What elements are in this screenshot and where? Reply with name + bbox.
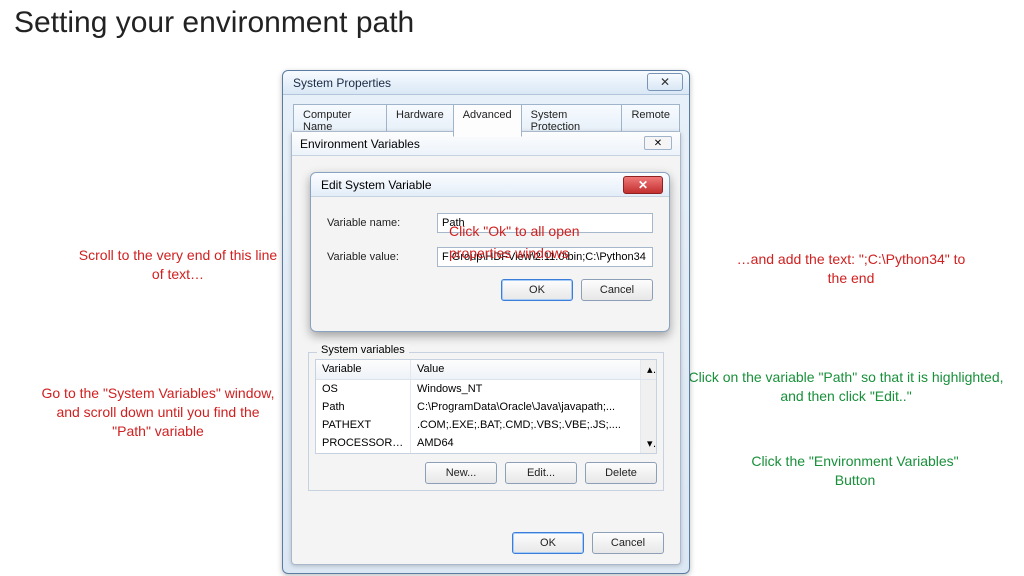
system-variables-label: System variables bbox=[317, 344, 409, 356]
edit-dialog-title: Edit System Variable bbox=[321, 178, 432, 192]
system-properties-title: System Properties bbox=[293, 76, 391, 90]
cell-variable: PATHEXT bbox=[316, 416, 411, 434]
annotation-click-envvars: Click the "Environment Variables" Button bbox=[750, 452, 960, 490]
slide-title: Setting your environment path bbox=[14, 6, 414, 40]
table-header: Variable Value ▴ bbox=[316, 360, 656, 380]
environment-variables-dialog: Environment Variables ✕ Edit System Vari… bbox=[291, 131, 681, 565]
scrollbar-track[interactable] bbox=[640, 416, 656, 434]
edit-button[interactable]: Edit... bbox=[505, 462, 577, 484]
variable-name-label: Variable name: bbox=[327, 217, 437, 229]
scroll-down-icon[interactable]: ▾ bbox=[640, 434, 656, 453]
cell-value: C:\ProgramData\Oracle\Java\javapath;... bbox=[411, 398, 640, 416]
edit-ok-button[interactable]: OK bbox=[501, 279, 573, 301]
delete-button[interactable]: Delete bbox=[585, 462, 657, 484]
annotation-click-ok-1: Click "Ok" to all open bbox=[449, 223, 580, 239]
close-button[interactable]: ✕ bbox=[647, 73, 683, 91]
cell-value: .COM;.EXE;.BAT;.CMD;.VBS;.VBE;.JS;.... bbox=[411, 416, 640, 434]
annotation-click-ok-2: properties windows bbox=[449, 245, 569, 261]
scrollbar-track[interactable] bbox=[640, 398, 656, 416]
header-variable: Variable bbox=[316, 360, 411, 379]
tab-advanced[interactable]: Advanced bbox=[453, 104, 522, 137]
edit-cancel-button[interactable]: Cancel bbox=[581, 279, 653, 301]
system-variables-group: System variables Variable Value ▴ OS Win… bbox=[308, 352, 664, 491]
system-properties-window: System Properties ✕ Computer Name Hardwa… bbox=[282, 70, 690, 574]
scrollbar-track[interactable] bbox=[640, 380, 656, 398]
annotation-goto-sysvars: Go to the "System Variables" window, and… bbox=[36, 384, 280, 441]
new-button[interactable]: New... bbox=[425, 462, 497, 484]
header-value: Value bbox=[411, 360, 640, 379]
table-row[interactable]: PROCESSOR_A... AMD64 ▾ bbox=[316, 434, 656, 453]
edit-dialog-titlebar[interactable]: Edit System Variable ✕ bbox=[311, 173, 669, 197]
annotation-scroll-end: Scroll to the very end of this line of t… bbox=[78, 246, 278, 284]
annotation-click-path: Click on the variable "Path" so that it … bbox=[686, 368, 1006, 406]
variable-value-label: Variable value: bbox=[327, 251, 437, 263]
system-variables-table[interactable]: Variable Value ▴ OS Windows_NT Path C:\P… bbox=[315, 359, 657, 454]
env-cancel-button[interactable]: Cancel bbox=[592, 532, 664, 554]
cell-variable: PROCESSOR_A... bbox=[316, 434, 411, 453]
cell-value: Windows_NT bbox=[411, 380, 640, 398]
edit-close-button[interactable]: ✕ bbox=[623, 176, 663, 194]
close-icon: ✕ bbox=[638, 178, 648, 192]
table-row[interactable]: PATHEXT .COM;.EXE;.BAT;.CMD;.VBS;.VBE;.J… bbox=[316, 416, 656, 434]
annotation-add-text: …and add the text: ";C:\Python34" to the… bbox=[736, 250, 966, 288]
close-icon: ✕ bbox=[654, 138, 662, 149]
environment-variables-title: Environment Variables bbox=[300, 137, 420, 151]
edit-system-variable-dialog: Edit System Variable ✕ Variable name: Va… bbox=[310, 172, 670, 332]
table-row[interactable]: OS Windows_NT bbox=[316, 380, 656, 398]
table-row[interactable]: Path C:\ProgramData\Oracle\Java\javapath… bbox=[316, 398, 656, 416]
scroll-up-icon[interactable]: ▴ bbox=[640, 360, 656, 379]
cell-variable: OS bbox=[316, 380, 411, 398]
cell-value: AMD64 bbox=[411, 434, 640, 453]
close-icon: ✕ bbox=[660, 75, 670, 89]
system-properties-titlebar[interactable]: System Properties ✕ bbox=[283, 71, 689, 95]
env-ok-button[interactable]: OK bbox=[512, 532, 584, 554]
env-close-button[interactable]: ✕ bbox=[644, 136, 672, 150]
cell-variable: Path bbox=[316, 398, 411, 416]
